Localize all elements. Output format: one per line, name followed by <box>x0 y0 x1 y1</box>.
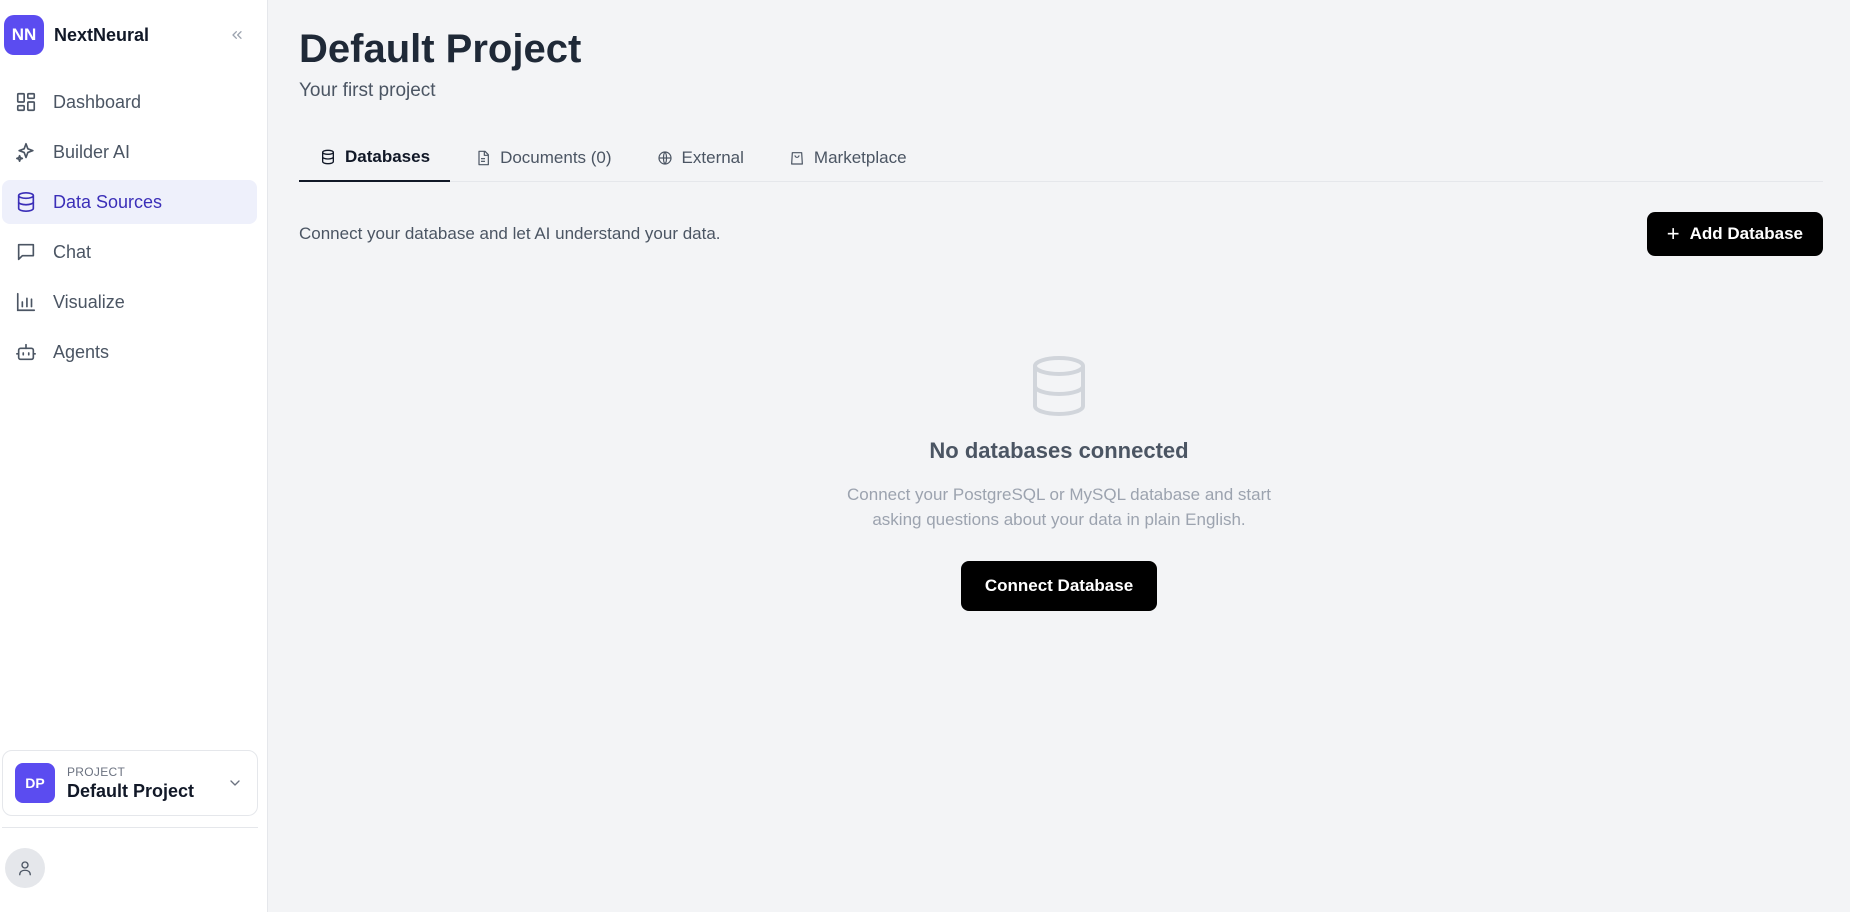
user-avatar[interactable] <box>5 848 45 888</box>
toolbar: Connect your database and let AI underst… <box>299 212 1823 256</box>
empty-state-title: No databases connected <box>929 438 1189 463</box>
sidebar-item-label: Chat <box>53 241 92 262</box>
tab-label: Documents (0) <box>500 148 612 167</box>
page-subtitle: Your first project <box>299 80 436 101</box>
project-text: PROJECT Default Project <box>67 765 225 802</box>
plus-icon: + <box>1666 221 1680 246</box>
document-icon <box>474 149 492 167</box>
add-database-button[interactable]: + Add Database <box>1646 212 1823 256</box>
chevron-down-icon <box>225 773 245 793</box>
bar-chart-icon <box>14 290 38 314</box>
database-icon <box>319 148 337 166</box>
sidebar-item-label: Agents <box>53 341 110 362</box>
tab-marketplace[interactable]: Marketplace <box>768 134 927 182</box>
toolbar-description: Connect your database and let AI underst… <box>299 224 721 243</box>
sidebar-item-label: Dashboard <box>53 91 142 112</box>
sidebar: NN NextNeural Dashboard Builder AI Data … <box>0 0 268 912</box>
tab-label: Databases <box>345 147 431 166</box>
sidebar-item-label: Data Sources <box>53 191 163 212</box>
project-eyebrow: PROJECT <box>67 764 126 779</box>
project-avatar: DP <box>15 763 55 803</box>
collapse-sidebar-button[interactable] <box>223 21 251 49</box>
sidebar-item-label: Builder AI <box>53 141 131 162</box>
tab-label: Marketplace <box>813 148 907 167</box>
sidebar-item-builder-ai[interactable]: Builder AI <box>2 130 257 174</box>
sidebar-item-visualize[interactable]: Visualize <box>2 280 257 324</box>
tab-label: External <box>681 148 744 167</box>
brand-logo: NN <box>4 15 44 55</box>
sidebar-item-dashboard[interactable]: Dashboard <box>2 80 257 124</box>
main-content: Default Project Your first project Datab… <box>268 0 1850 912</box>
sidebar-nav: Dashboard Builder AI Data Sources Chat V… <box>0 80 267 380</box>
sidebar-item-data-sources[interactable]: Data Sources <box>2 180 257 224</box>
project-switcher[interactable]: DP PROJECT Default Project <box>2 750 258 816</box>
bot-icon <box>14 340 38 364</box>
globe-icon <box>656 149 674 167</box>
empty-state-description: Connect your PostgreSQL or MySQL databas… <box>268 482 1850 532</box>
project-name: Default Project <box>67 780 195 801</box>
chat-icon <box>14 240 38 264</box>
sidebar-divider <box>2 827 258 828</box>
tab-databases[interactable]: Databases <box>299 134 451 182</box>
page-title: Default Project <box>299 27 582 71</box>
sidebar-item-label: Visualize <box>53 291 125 312</box>
brand-name: NextNeural <box>54 24 150 45</box>
sidebar-item-chat[interactable]: Chat <box>2 230 257 274</box>
chevrons-left-icon <box>232 30 242 39</box>
empty-state-description-line: asking questions about your data in plai… <box>872 510 1246 529</box>
connect-database-button[interactable]: Connect Database <box>960 561 1158 611</box>
database-icon <box>14 190 38 214</box>
user-icon <box>19 861 31 876</box>
dashboard-icon <box>14 90 38 114</box>
sparkles-icon <box>14 140 38 164</box>
empty-state: No databases connected Connect your Post… <box>268 356 1850 611</box>
tab-bar: Databases Documents (0) External Marketp… <box>299 134 1823 182</box>
tab-external[interactable]: External <box>636 134 764 182</box>
database-icon <box>1031 356 1087 417</box>
shopping-bag-icon <box>788 149 806 167</box>
empty-state-description-line: Connect your PostgreSQL or MySQL databas… <box>847 485 1271 504</box>
brand: NN NextNeural <box>0 0 267 70</box>
tab-documents[interactable]: Documents (0) <box>454 134 631 182</box>
sidebar-item-agents[interactable]: Agents <box>2 330 257 374</box>
add-database-label: Add Database <box>1689 224 1803 243</box>
